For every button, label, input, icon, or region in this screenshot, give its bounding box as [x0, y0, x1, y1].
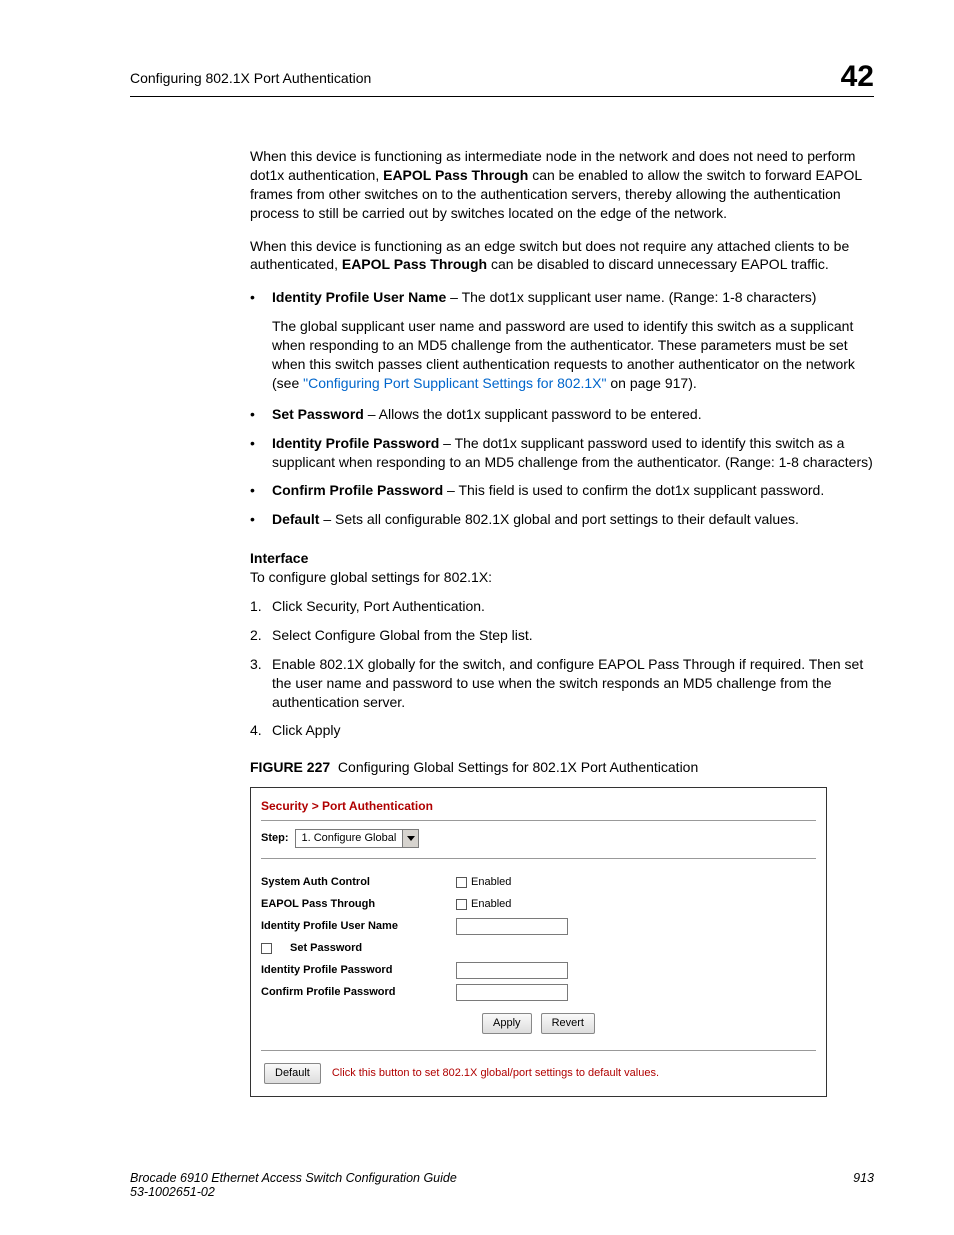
default-note: Click this button to set 802.1X global/p…	[332, 1066, 659, 1081]
step-item: 4. Click Apply	[250, 721, 874, 740]
footer-doc-title: Brocade 6910 Ethernet Access Switch Conf…	[130, 1171, 457, 1185]
step-item: 2. Select Configure Global from the Step…	[250, 626, 874, 645]
step-select-value: 1. Configure Global	[296, 830, 403, 847]
divider	[261, 858, 816, 859]
divider	[261, 820, 816, 821]
figure-label: FIGURE 227	[250, 759, 330, 775]
checkbox-label: Enabled	[471, 875, 511, 890]
field-label: Identity Profile Password	[261, 963, 456, 978]
bullet-item: • Identity Profile User Name – The dot1x…	[250, 288, 874, 307]
bullet-icon: •	[250, 405, 272, 424]
cross-reference-link[interactable]: "Configuring Port Supplicant Settings fo…	[303, 375, 606, 391]
step-item: 1. Click Security, Port Authentication.	[250, 597, 874, 616]
field-label: EAPOL Pass Through	[261, 897, 456, 912]
text: – This field is used to confirm the dot1…	[443, 482, 824, 498]
step-number: 1.	[250, 597, 272, 616]
paragraph: When this device is functioning as inter…	[250, 147, 874, 223]
identity-user-input[interactable]	[456, 918, 568, 935]
header-title: Configuring 802.1X Port Authentication	[130, 60, 371, 86]
figure-screenshot: Security > Port Authentication Step: 1. …	[250, 787, 827, 1097]
figure-caption: FIGURE 227 Configuring Global Settings f…	[250, 758, 874, 777]
term: EAPOL Pass Through	[342, 256, 487, 272]
paragraph: The global supplicant user name and pass…	[272, 317, 874, 393]
figure-title: Configuring Global Settings for 802.1X P…	[338, 759, 698, 775]
field-label: System Auth Control	[261, 875, 456, 890]
term: EAPOL Pass Through	[383, 167, 528, 183]
term: Set Password	[272, 406, 364, 422]
term: Confirm Profile Password	[272, 482, 443, 498]
chevron-down-icon[interactable]	[402, 830, 418, 847]
section-heading: Interface	[250, 549, 874, 568]
text: Enable 802.1X globally for the switch, a…	[272, 655, 874, 712]
text: Click Security, Port Authentication.	[272, 597, 485, 616]
fig-form: System Auth Control Enabled EAPOL Pass T…	[251, 865, 826, 1048]
field-label: Confirm Profile Password	[261, 985, 456, 1000]
term: Identity Profile User Name	[272, 289, 446, 305]
step-number: 4.	[250, 721, 272, 740]
identity-password-input[interactable]	[456, 962, 568, 979]
bullet-icon: •	[250, 481, 272, 500]
text: on page 917).	[606, 375, 696, 391]
field-label: Identity Profile User Name	[261, 919, 456, 934]
page-header: Configuring 802.1X Port Authentication 4…	[130, 60, 874, 97]
text: – Sets all configurable 802.1X global an…	[319, 511, 798, 527]
text: can be disabled to discard unnecessary E…	[487, 256, 829, 272]
text: Select Configure Global from the Step li…	[272, 626, 533, 645]
bullet-item: • Identity Profile Password – The dot1x …	[250, 434, 874, 472]
text: – The dot1x supplicant user name. (Range…	[446, 289, 816, 305]
step-select[interactable]: 1. Configure Global	[295, 829, 420, 848]
step-label: Step:	[261, 831, 289, 846]
footer-doc-number: 53-1002651-02	[130, 1185, 457, 1199]
body-content: When this device is functioning as inter…	[250, 147, 874, 1097]
step-item: 3. Enable 802.1X globally for the switch…	[250, 655, 874, 712]
paragraph: To configure global settings for 802.1X:	[250, 568, 874, 587]
step-number: 3.	[250, 655, 272, 712]
bullet-icon: •	[250, 288, 272, 307]
paragraph: When this device is functioning as an ed…	[250, 237, 874, 275]
fig-step-row: Step: 1. Configure Global	[251, 827, 826, 856]
text: – Allows the dot1x supplicant password t…	[364, 406, 702, 422]
apply-button[interactable]: Apply	[482, 1013, 532, 1034]
bullet-item: • Default – Sets all configurable 802.1X…	[250, 510, 874, 529]
text: Click Apply	[272, 721, 340, 740]
revert-button[interactable]: Revert	[541, 1013, 595, 1034]
term: Identity Profile Password	[272, 435, 439, 451]
chapter-number: 42	[841, 60, 874, 94]
eapol-checkbox[interactable]	[456, 899, 467, 910]
set-password-checkbox[interactable]	[261, 943, 272, 954]
checkbox-label: Enabled	[471, 897, 511, 912]
page-number: 913	[853, 1171, 874, 1199]
fig-breadcrumb: Security > Port Authentication	[251, 788, 826, 818]
sysauth-checkbox[interactable]	[456, 877, 467, 888]
bullet-icon: •	[250, 434, 272, 472]
term: Default	[272, 511, 319, 527]
page-footer: Brocade 6910 Ethernet Access Switch Conf…	[130, 1171, 874, 1199]
bullet-item: • Confirm Profile Password – This field …	[250, 481, 874, 500]
bullet-icon: •	[250, 510, 272, 529]
divider	[261, 1050, 816, 1051]
confirm-password-input[interactable]	[456, 984, 568, 1001]
default-button[interactable]: Default	[264, 1063, 321, 1084]
step-number: 2.	[250, 626, 272, 645]
field-label: Set Password	[276, 941, 362, 956]
bullet-item: • Set Password – Allows the dot1x suppli…	[250, 405, 874, 424]
